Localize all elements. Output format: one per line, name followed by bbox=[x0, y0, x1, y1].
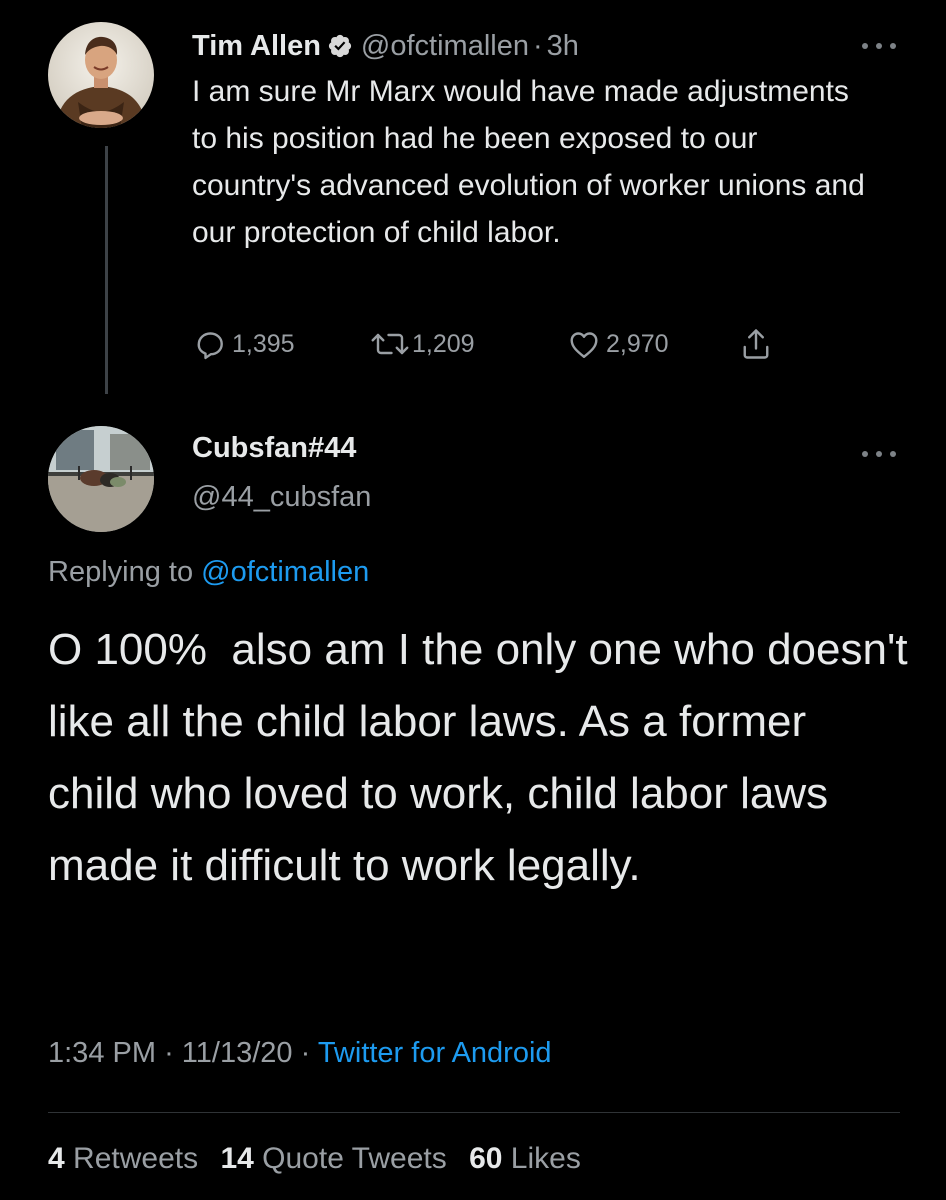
header-separator: · bbox=[532, 29, 543, 62]
share-button[interactable] bbox=[738, 322, 774, 366]
retweets-label: Retweets bbox=[73, 1142, 199, 1175]
avatar-photo bbox=[48, 22, 154, 128]
parent-more-options-icon[interactable] bbox=[862, 40, 896, 52]
reply-avatar[interactable] bbox=[48, 426, 154, 532]
replying-to-line: Replying to @ofctimallen bbox=[48, 556, 369, 589]
engagement-stats: 4 Retweets 14 Quote Tweets 60 Likes bbox=[48, 1142, 595, 1176]
reply-more-options-icon[interactable] bbox=[862, 448, 896, 460]
retweet-icon bbox=[371, 333, 409, 355]
reply-button[interactable]: 1,395 bbox=[192, 322, 295, 366]
likes-count: 60 bbox=[469, 1142, 503, 1175]
thread-connector-line bbox=[105, 146, 108, 394]
tweet-time[interactable]: 1:34 PM bbox=[48, 1037, 156, 1069]
tweet-source-link[interactable]: Twitter for Android bbox=[318, 1037, 552, 1069]
meta-separator: · bbox=[164, 1037, 174, 1069]
like-button[interactable]: 2,970 bbox=[566, 322, 669, 366]
parent-action-bar: 1,395 1,209 2,970 bbox=[192, 322, 812, 366]
tweet-date[interactable]: 11/13/20 bbox=[182, 1037, 293, 1069]
retweets-count: 4 bbox=[48, 1142, 65, 1175]
parent-timestamp[interactable]: 3h bbox=[547, 30, 579, 63]
retweet-button[interactable]: 1,209 bbox=[368, 322, 475, 366]
parent-avatar[interactable] bbox=[48, 22, 154, 128]
like-icon bbox=[570, 332, 598, 358]
reply-display-name[interactable]: Cubsfan#44 bbox=[192, 432, 356, 465]
reply-tweet-text: O 100% also am I the only one who doesn'… bbox=[48, 625, 920, 890]
replying-to-label: Replying to bbox=[48, 556, 194, 588]
quote-tweets-stat[interactable]: 14 Quote Tweets bbox=[220, 1142, 446, 1175]
likes-label: Likes bbox=[510, 1142, 581, 1175]
quote-tweets-label: Quote Tweets bbox=[262, 1142, 447, 1175]
divider bbox=[48, 1112, 900, 1113]
parent-display-name[interactable]: Tim Allen bbox=[192, 30, 321, 63]
likes-stat[interactable]: 60 Likes bbox=[469, 1142, 581, 1175]
verified-badge-icon bbox=[327, 33, 353, 59]
parent-tweet[interactable]: Tim Allen @ofctimallen · 3h I am sure Mr… bbox=[192, 28, 882, 256]
retweets-stat[interactable]: 4 Retweets bbox=[48, 1142, 198, 1175]
meta-separator: · bbox=[300, 1037, 311, 1069]
parent-tweet-text: I am sure Mr Marx would have made adjust… bbox=[192, 75, 865, 249]
parent-handle[interactable]: @ofctimallen bbox=[361, 30, 529, 63]
share-icon bbox=[743, 329, 769, 359]
like-count: 2,970 bbox=[606, 329, 669, 358]
reply-count: 1,395 bbox=[232, 329, 295, 358]
tweet-meta-line: 1:34 PM · 11/13/20 · Twitter for Android bbox=[48, 1037, 552, 1070]
replying-to-mention[interactable]: @ofctimallen bbox=[201, 556, 369, 588]
quote-tweets-count: 14 bbox=[220, 1142, 254, 1175]
avatar-photo bbox=[48, 426, 154, 532]
retweet-count: 1,209 bbox=[412, 329, 475, 358]
reply-handle[interactable]: @44_cubsfan bbox=[192, 481, 371, 514]
parent-tweet-header: Tim Allen @ofctimallen · 3h bbox=[192, 28, 882, 64]
reply-icon bbox=[197, 332, 223, 360]
